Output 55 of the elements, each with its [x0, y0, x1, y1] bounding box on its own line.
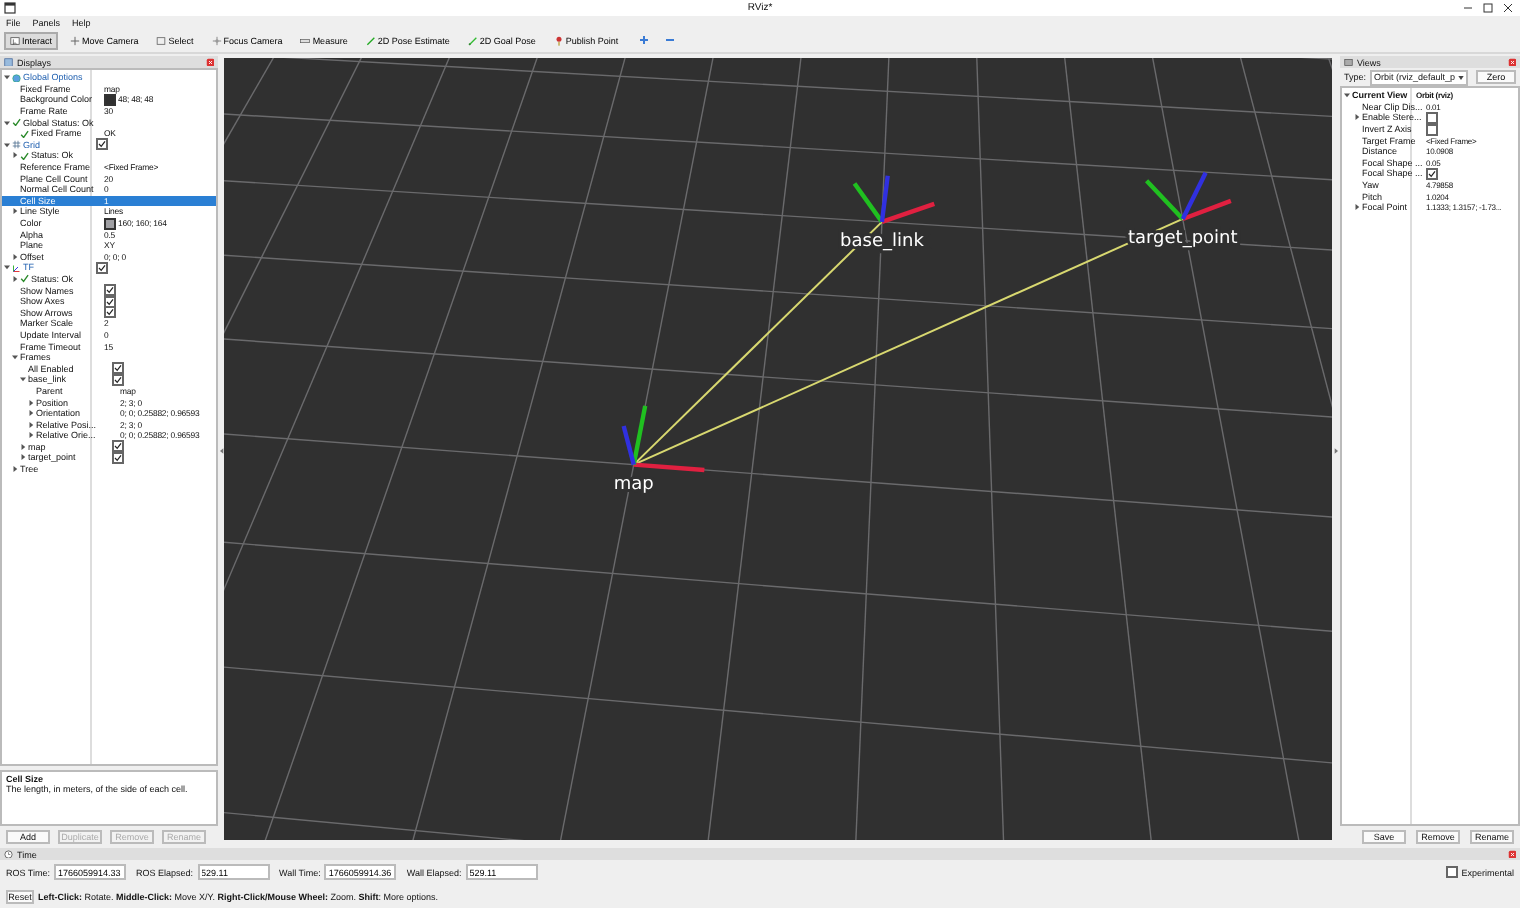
expander-icon[interactable]	[4, 264, 10, 271]
expander-icon[interactable]	[4, 141, 10, 148]
cursor-icon	[10, 35, 20, 45]
expander-icon[interactable]	[4, 119, 10, 126]
panel-icon	[1344, 57, 1353, 67]
color-swatch[interactable]	[104, 93, 116, 106]
frame-label: map	[613, 474, 654, 495]
caret-icon	[1457, 75, 1464, 79]
expander-icon[interactable]	[1354, 204, 1360, 211]
expander-icon[interactable]	[20, 443, 26, 450]
expander-icon[interactable]	[12, 253, 18, 260]
check-icon	[20, 274, 29, 284]
expander-icon[interactable]	[28, 421, 34, 428]
checkbox[interactable]	[96, 138, 108, 151]
expander-icon[interactable]	[12, 208, 18, 215]
close-icon[interactable]	[1502, 2, 1514, 14]
window-icon	[4, 2, 16, 14]
checkbox[interactable]	[96, 261, 108, 274]
grid-icon	[12, 140, 21, 150]
expander-icon[interactable]	[28, 432, 34, 439]
crosshair-icon	[211, 35, 222, 45]
checkbox[interactable]	[112, 362, 124, 375]
selection-icon	[156, 35, 167, 45]
expander-icon[interactable]	[12, 275, 18, 282]
expander-icon[interactable]	[1344, 92, 1350, 99]
maximize-icon[interactable]	[1482, 2, 1494, 14]
checkbox[interactable]	[104, 284, 116, 297]
frame-axes-drawing	[1144, 171, 1232, 221]
checkbox[interactable]	[1426, 167, 1438, 180]
globe-icon	[12, 73, 21, 83]
expander-icon[interactable]	[4, 74, 10, 81]
frame-axes-drawing	[852, 175, 935, 224]
expander-icon[interactable]	[12, 152, 18, 159]
minimize-icon[interactable]	[1462, 2, 1474, 14]
check-icon	[20, 151, 29, 161]
expander-icon[interactable]	[12, 466, 18, 473]
expander-icon[interactable]	[20, 376, 26, 383]
move-icon	[70, 35, 81, 45]
checkbox[interactable]	[1426, 111, 1438, 124]
color-swatch[interactable]	[104, 217, 116, 230]
expander-icon[interactable]	[28, 399, 34, 406]
plus-icon[interactable]	[638, 34, 651, 46]
expander-icon[interactable]	[20, 454, 26, 461]
expander-icon[interactable]	[28, 410, 34, 417]
checkbox[interactable]	[1445, 866, 1458, 878]
arrow-icon	[467, 35, 478, 45]
panel-icon	[4, 57, 13, 67]
frame-axes-drawing	[621, 405, 705, 473]
pin-icon	[553, 35, 564, 45]
checkbox[interactable]	[104, 306, 116, 319]
expander-icon[interactable]	[1354, 114, 1360, 121]
expander-icon[interactable]	[12, 354, 18, 361]
minus-icon[interactable]	[664, 34, 677, 46]
clock-icon	[4, 849, 13, 859]
checkbox[interactable]	[112, 440, 124, 453]
